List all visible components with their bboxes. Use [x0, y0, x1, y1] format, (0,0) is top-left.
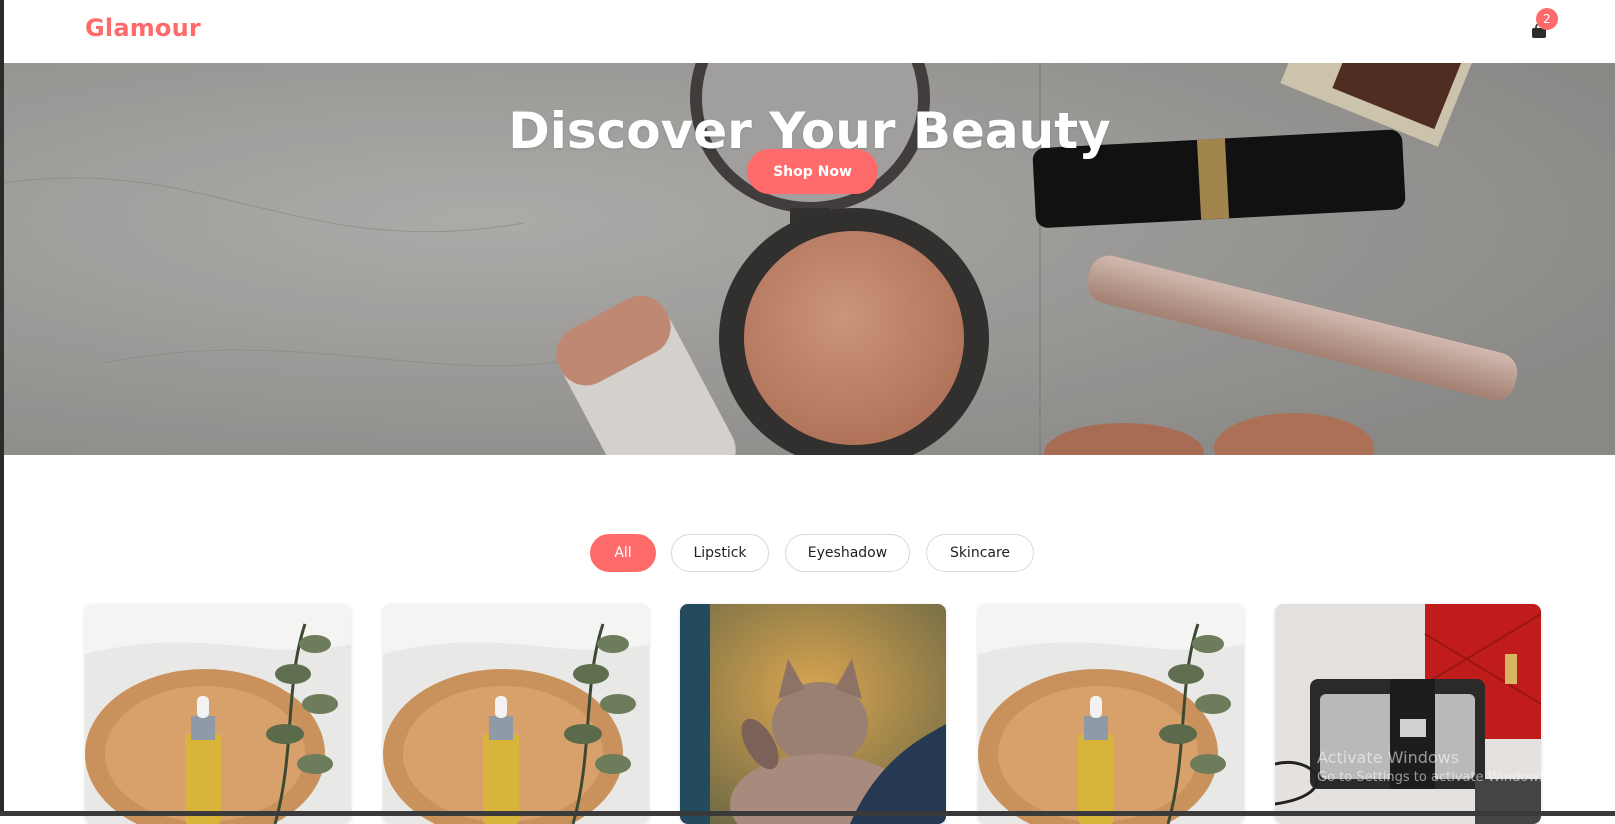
serum-product-image [978, 604, 1244, 824]
site-header: Glamour 2 [4, 0, 1615, 63]
cart-button[interactable]: 2 [1528, 8, 1568, 48]
watermark-subtitle: Go to Settings to activate Windows. [1317, 770, 1550, 785]
window-bottom-edge [0, 811, 1615, 816]
brand-logo[interactable]: Glamour [85, 14, 201, 42]
serum-product-image [85, 604, 351, 824]
product-card[interactable] [85, 604, 351, 824]
filter-eyeshadow[interactable]: Eyeshadow [785, 534, 910, 572]
filter-skincare[interactable]: Skincare [926, 534, 1034, 572]
category-filters: All Lipstick Eyeshadow Skincare [0, 534, 1615, 572]
serum-product-image [383, 604, 649, 824]
product-card[interactable] [383, 604, 649, 824]
filter-lipstick[interactable]: Lipstick [671, 534, 769, 572]
shop-now-button[interactable]: Shop Now [747, 149, 878, 194]
watermark-title: Activate Windows [1317, 748, 1460, 767]
handbag-product-image [1275, 604, 1541, 824]
product-card[interactable] [1275, 604, 1541, 824]
hero-banner: Discover Your Beauty Shop Now [4, 63, 1615, 455]
os-activation-watermark: Activate Windows Go to Settings to activ… [1317, 748, 1550, 788]
product-card[interactable] [680, 604, 946, 824]
filter-all[interactable]: All [590, 534, 656, 572]
cat-product-image [680, 604, 946, 824]
product-card[interactable] [978, 604, 1244, 824]
cart-count-badge: 2 [1536, 8, 1558, 30]
